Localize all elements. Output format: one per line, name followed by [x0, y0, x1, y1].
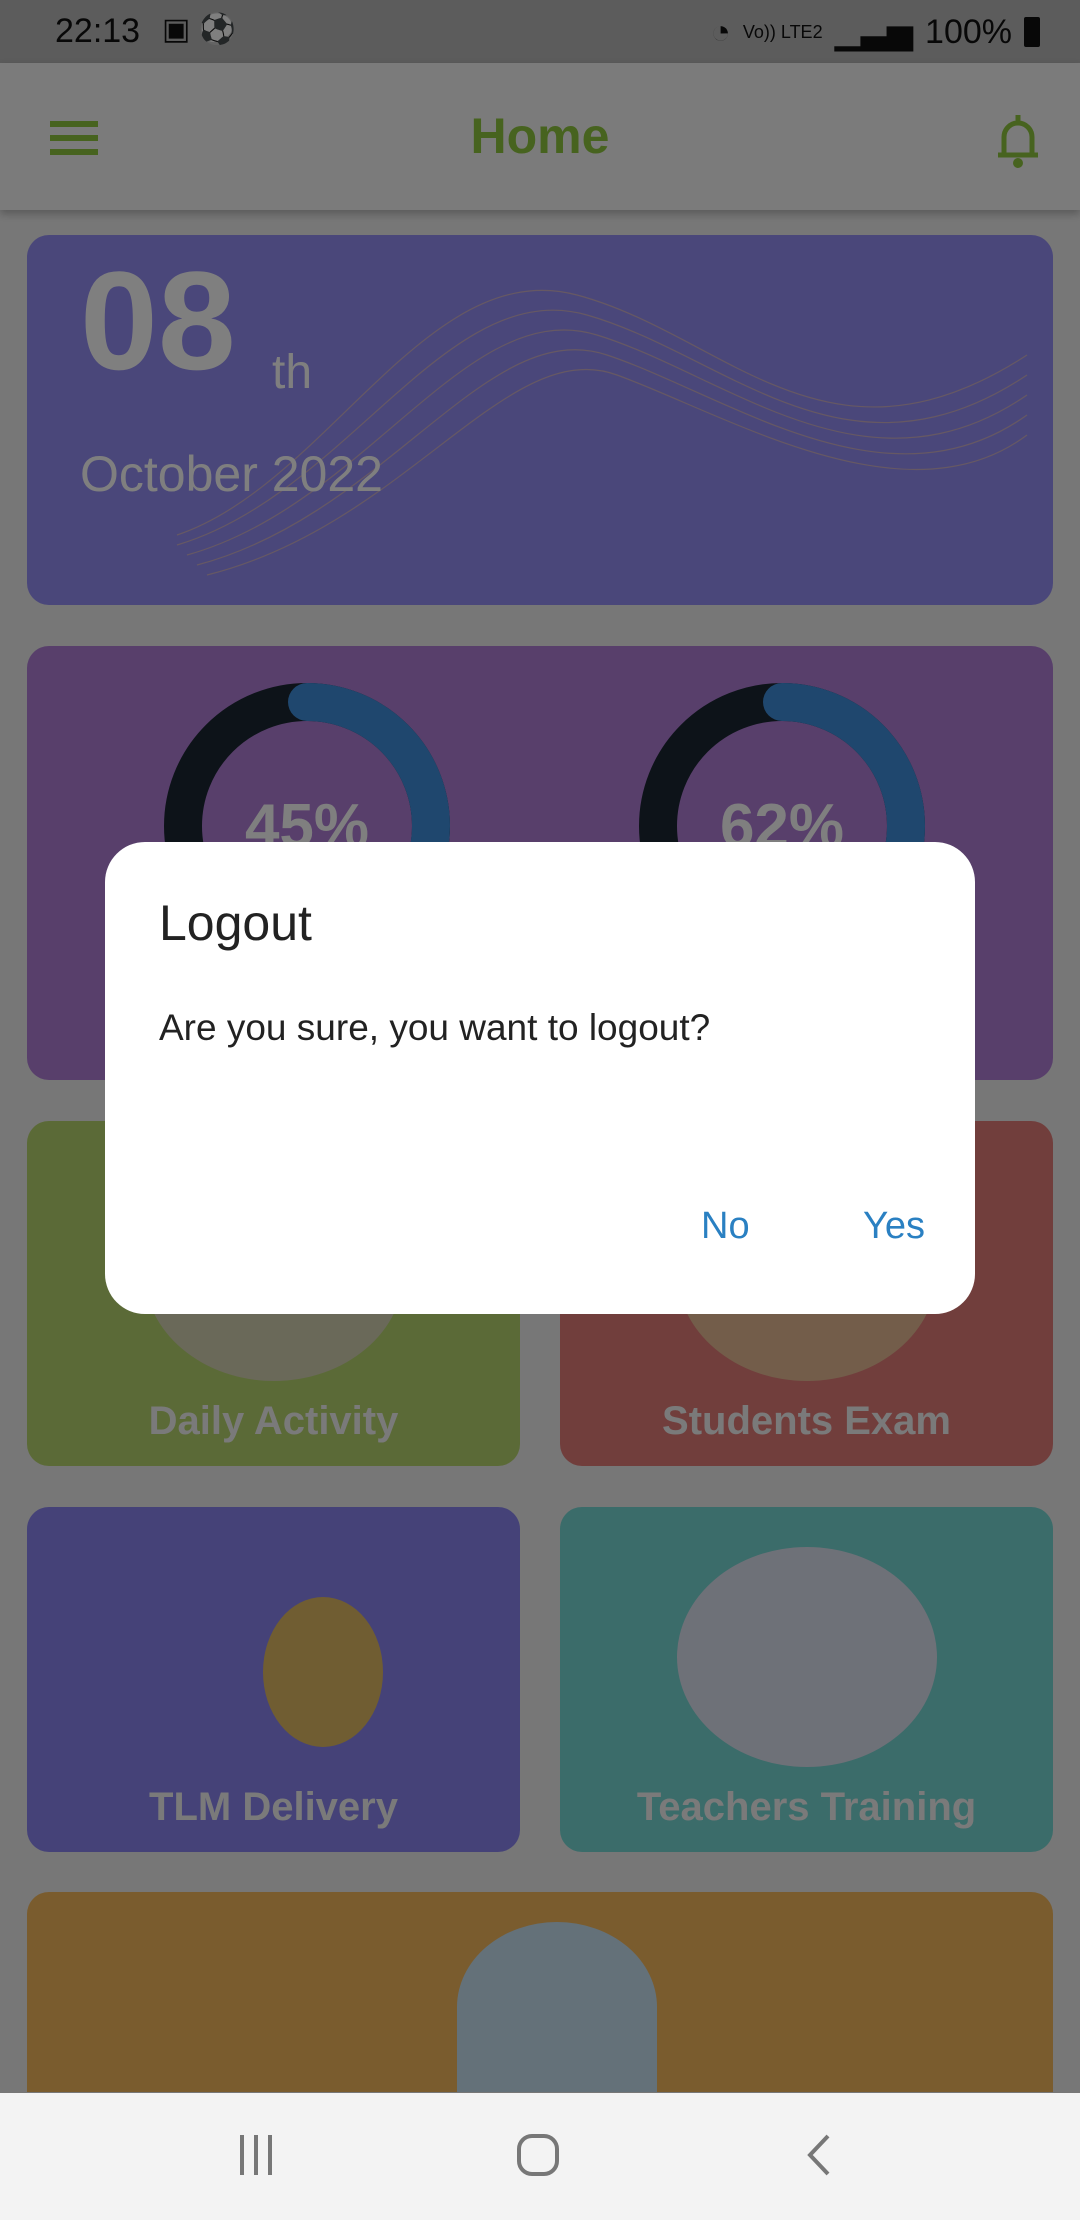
dialog-message: Are you sure, you want to logout?	[159, 1007, 711, 1048]
home-icon[interactable]	[516, 2133, 560, 2177]
logout-dialog: Logout Are you sure, you want to logout?…	[105, 842, 975, 1314]
back-icon[interactable]	[804, 2133, 834, 2177]
yes-button[interactable]: Yes	[851, 1197, 937, 1256]
no-button[interactable]: No	[689, 1197, 762, 1256]
system-nav-bar	[0, 2093, 1080, 2220]
recents-icon[interactable]	[236, 2133, 276, 2177]
dialog-title: Logout	[159, 895, 312, 951]
